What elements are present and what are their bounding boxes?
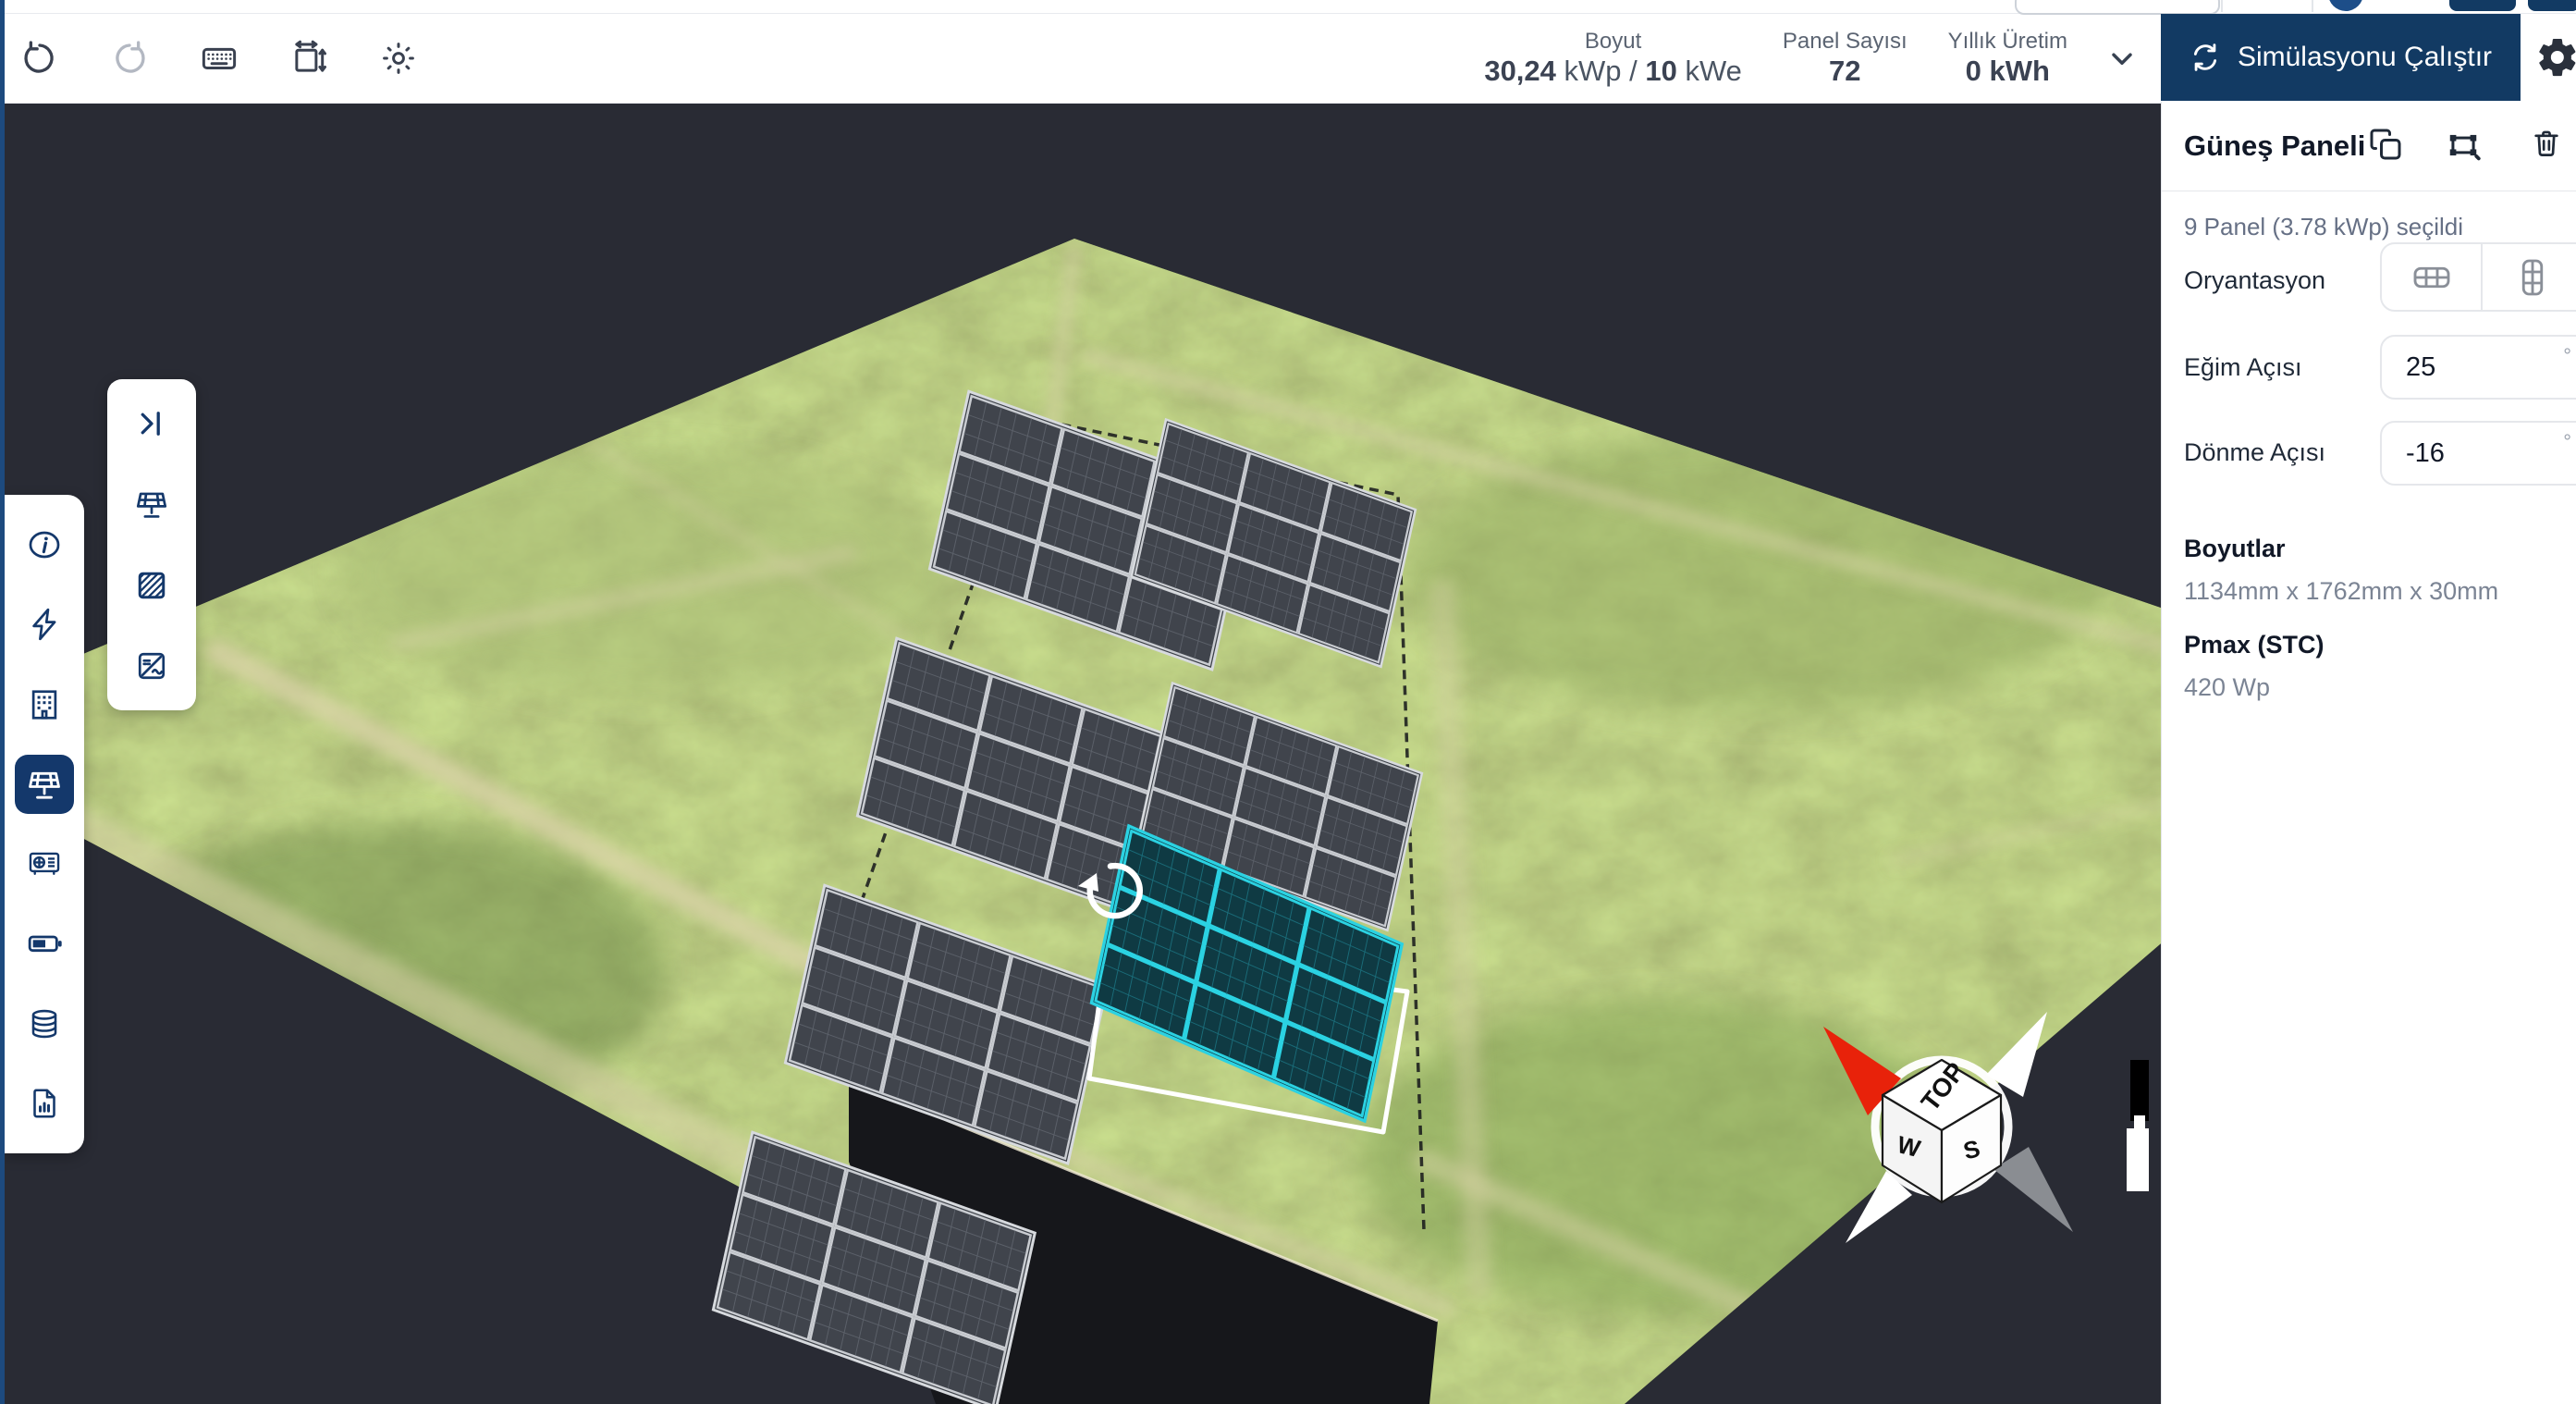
stat-size-value: 30,24 kWp / 10 kWe [1484,55,1742,88]
browser-button-fragment [2528,0,2576,11]
brightness-icon [379,39,418,78]
stats-expand-button[interactable] [2103,39,2141,78]
delete-button[interactable] [2530,128,2563,161]
object-toolbar [107,379,196,710]
resize-icon [289,39,328,78]
orientation-landscape-button[interactable] [2382,244,2481,310]
stat-production: Yıllık Üretim 0 kWh [1948,29,2067,87]
add-inverter-button[interactable] [131,646,172,686]
dimensions-label: Boyutlar [2184,535,2286,563]
chevron-down-icon [2105,42,2139,75]
refresh-icon [2190,42,2221,73]
collapse-toolbar-button[interactable] [131,403,172,444]
project-stats: Boyut 30,24 kWp / 10 kWe Panel Sayısı 72… [1484,14,2141,103]
orientation-segmented-control [2380,242,2576,312]
copy-icon [2369,128,2402,161]
tilt-value: 25 [2406,352,2435,383]
solar-panel-icon [26,766,63,803]
sidebar-item-solar-panels[interactable] [15,755,74,814]
stat-production-value: 0 kWh [1966,55,2050,88]
scene-viewport[interactable]: TOP W S [0,102,2161,1404]
stat-panel-count-value: 72 [1829,55,1860,88]
scene-3d: TOP W S [0,102,2161,1404]
pmax-value: 420 Wp [2184,673,2270,702]
avatar-fragment [2328,0,2363,11]
inverter-icon [27,846,62,881]
compass-south-arrow[interactable] [1993,1147,2073,1232]
degree-symbol: ° [2563,344,2571,368]
redo-button[interactable] [110,39,149,78]
undo-button[interactable] [20,39,59,78]
selection-summary: 9 Panel (3.78 kWp) seçildi [2184,213,2463,241]
sidebar-item-report[interactable] [15,1074,74,1133]
add-solar-panel-button[interactable] [131,484,172,524]
hatch-area-icon [135,569,168,602]
run-simulation-label: Simülasyonu Çalıştır [2238,42,2492,73]
inverter-box-icon [135,649,168,683]
stat-production-label: Yıllık Üretim [1948,29,2067,55]
left-sidebar [5,495,84,1153]
browser-strip [0,0,2576,13]
sidebar-item-battery[interactable] [15,914,74,973]
array-transform-icon [2446,128,2481,163]
collapse-icon [135,407,168,440]
properties-header: Güneş Paneli [2162,102,2576,191]
browser-button-fragment [2449,0,2516,11]
window-edge [0,0,5,1404]
degree-symbol: ° [2563,430,2571,454]
database-icon [28,1007,61,1041]
address-bar-fragment [2015,0,2220,15]
sidebar-item-info[interactable] [15,515,74,574]
building-icon [27,687,62,722]
stat-panel-count: Panel Sayısı 72 [1783,29,1907,87]
dimensions-value: 1134mm x 1762mm x 30mm [2184,577,2498,606]
info-icon [27,527,62,562]
trash-icon [2531,128,2562,159]
duplicate-button[interactable] [2369,128,2402,161]
array-transform-button[interactable] [2446,128,2479,161]
rotation-input[interactable]: -16 ° [2380,421,2576,486]
panel-title: Güneş Paneli [2184,129,2365,163]
report-icon [28,1087,61,1120]
strip-divider [2312,0,2313,12]
properties-panel: Güneş Paneli 9 Panel (3.78 kWp) seçildi … [2161,102,2576,1404]
sidebar-item-inverter[interactable] [15,834,74,893]
keyboard-shortcuts-button[interactable] [200,39,239,78]
stat-size-label: Boyut [1585,29,1641,55]
orientation-portrait-button[interactable] [2483,244,2576,310]
redo-icon [111,40,148,77]
battery-icon [26,925,63,962]
sidebar-item-building[interactable] [15,675,74,734]
panel-portrait-icon [2513,258,2552,297]
run-simulation-button[interactable]: Simülasyonu Çalıştır [2161,14,2521,101]
gear-icon [2535,35,2576,80]
tilt-input[interactable]: 25 ° [2380,335,2576,400]
stat-panel-count-label: Panel Sayısı [1783,29,1907,55]
stat-size: Boyut 30,24 kWp / 10 kWe [1484,29,1742,87]
draw-area-button[interactable] [131,565,172,606]
undo-icon [21,40,58,77]
strip-divider [2221,0,2223,12]
sidebar-item-database[interactable] [15,994,74,1053]
settings-button[interactable] [2535,35,2576,80]
solar-panel-icon [134,486,169,522]
rotation-value: -16 [2406,438,2445,469]
orientation-label: Oryantasyon [2184,266,2325,295]
lightning-icon [27,607,62,642]
keyboard-icon [200,38,239,79]
rotation-label: Dönme Açısı [2184,438,2325,467]
dimensions-button[interactable] [289,39,328,78]
panel-landscape-icon [2412,258,2451,297]
tilt-label: Eğim Açısı [2184,353,2302,382]
zoom-slider[interactable] [2127,1060,2149,1191]
solar-design-app: Boyut 30,24 kWp / 10 kWe Panel Sayısı 72… [0,0,2576,1404]
sidebar-item-energy[interactable] [15,595,74,654]
brightness-button[interactable] [379,39,418,78]
pmax-label: Pmax (STC) [2184,631,2325,659]
